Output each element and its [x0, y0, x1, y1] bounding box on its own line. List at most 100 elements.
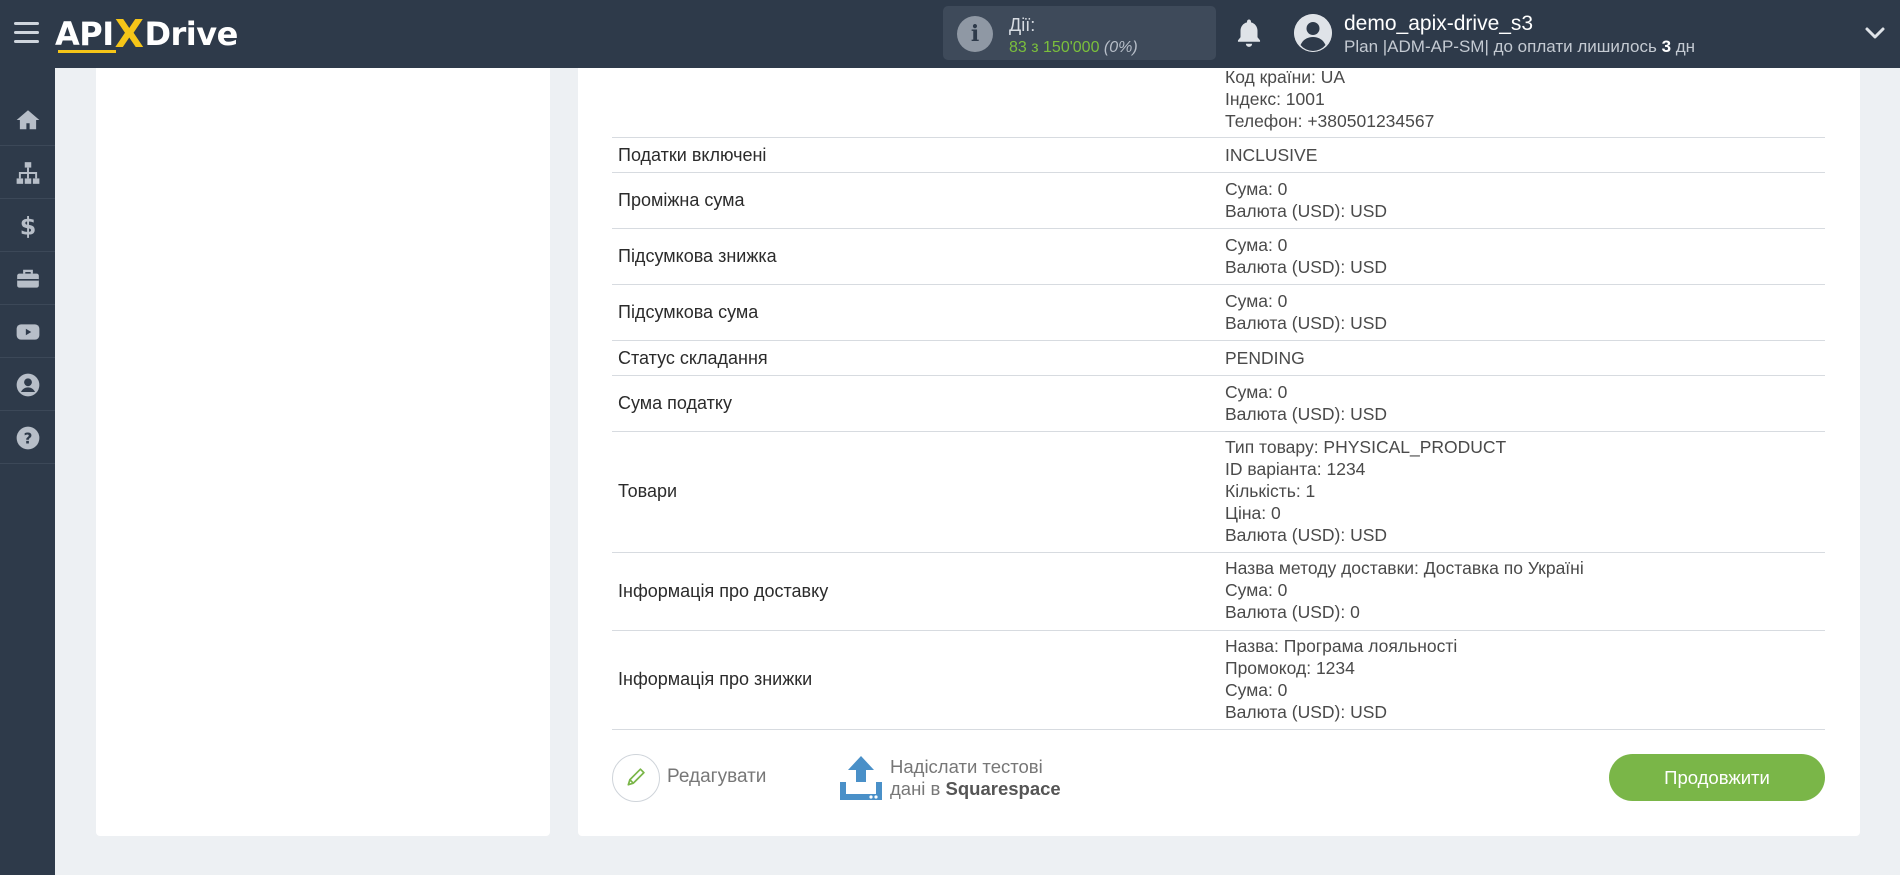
row-value: Сума: 0 Валюта (USD): USD	[1225, 234, 1387, 278]
table-row-address: Код країни: UA Індекс: 1001 Телефон: +38…	[612, 66, 1825, 138]
row-value-line: Назва: Програма лояльності	[1225, 636, 1458, 656]
address-index: Індекс: 1001	[1225, 89, 1325, 109]
table-row: Податки включені INCLUSIVE	[612, 138, 1825, 173]
row-value-line: Назва методу доставки: Доставка по Украї…	[1225, 558, 1584, 578]
logo-text-x: X	[114, 12, 144, 56]
row-value-line: Промокод: 1234	[1225, 658, 1355, 678]
table-row: Проміжна сума Сума: 0 Валюта (USD): USD	[612, 173, 1825, 229]
row-value: PENDING	[1225, 347, 1305, 369]
user-avatar-icon	[1294, 14, 1332, 52]
row-value-line: Сума: 0	[1225, 580, 1288, 600]
logo-text-api: API	[55, 15, 114, 53]
upload-icon[interactable]	[838, 754, 884, 802]
row-value-line: Тип товару: PHYSICAL_PRODUCT	[1225, 437, 1507, 457]
row-key: Товари	[618, 481, 678, 501]
sitemap-icon	[16, 161, 39, 184]
address-values: Код країни: UA Індекс: 1001 Телефон: +38…	[1225, 66, 1434, 132]
top-bar: API X Drive i Дії: 83 з 150'000 (0%) demo_…	[0, 0, 1900, 68]
pencil-icon	[627, 768, 645, 786]
table-row: Статус складання PENDING	[612, 341, 1825, 376]
sidebar-item-connections[interactable]	[0, 147, 55, 199]
row-value: INCLUSIVE	[1225, 144, 1317, 166]
sidebar-item-billing[interactable]: $	[0, 200, 55, 252]
row-value-line: Сума: 0	[1225, 291, 1288, 311]
sidebar-item-services[interactable]	[0, 253, 55, 305]
home-icon	[16, 109, 39, 129]
actions-counter: i Дії: 83 з 150'000 (0%)	[943, 6, 1216, 60]
row-value-line: Ціна: 0	[1225, 503, 1281, 523]
send-test-data-button[interactable]: Надіслати тестові дані в Squarespace	[890, 756, 1061, 800]
row-value: Тип товару: PHYSICAL_PRODUCT ID варіанта…	[1225, 436, 1506, 546]
row-value-line: INCLUSIVE	[1225, 145, 1318, 165]
row-value-line: ID варіанта: 1234	[1225, 459, 1366, 479]
row-value-line: PENDING	[1225, 348, 1305, 368]
sidebar-item-home[interactable]	[0, 94, 55, 146]
bell-icon[interactable]	[1232, 16, 1266, 50]
row-key: Податки включені	[618, 145, 767, 165]
table-row: Інформація про знижки Назва: Програма ло…	[612, 631, 1825, 730]
send-line1: Надіслати тестові	[890, 756, 1043, 777]
username[interactable]: demo_apix-drive_s3	[1344, 12, 1533, 36]
row-value-line: Валюта (USD): USD	[1225, 702, 1388, 722]
svg-text:?: ?	[23, 429, 32, 447]
row-value: Назва методу доставки: Доставка по Украї…	[1225, 557, 1584, 623]
continue-button[interactable]: Продовжити	[1609, 754, 1825, 801]
youtube-icon	[16, 323, 39, 340]
row-key: Інформація про знижки	[618, 669, 813, 689]
plan-info: Plan |ADM-AP-SM| до оплати лишилось 3 дн	[1344, 37, 1695, 57]
table-row: Сума податку Сума: 0 Валюта (USD): USD	[612, 376, 1825, 432]
row-value-line: Валюта (USD): USD	[1225, 313, 1388, 333]
row-value-line: Валюта (USD): USD	[1225, 404, 1388, 424]
help-icon: ?	[16, 426, 39, 449]
row-value-line: Валюта (USD): USD	[1225, 525, 1388, 545]
row-value-line: Сума: 0	[1225, 382, 1288, 402]
row-value-line: Сума: 0	[1225, 680, 1288, 700]
edit-button[interactable]	[612, 754, 660, 802]
row-key: Проміжна сума	[618, 190, 745, 210]
dollar-icon: $	[19, 213, 36, 239]
row-value-line: Валюта (USD): USD	[1225, 257, 1388, 277]
table-row: Підсумкова знижка Сума: 0 Валюта (USD): …	[612, 229, 1825, 285]
sidebar: $ ?	[0, 68, 55, 875]
sidebar-item-help[interactable]: ?	[0, 412, 55, 464]
row-value-line: Валюта (USD): USD	[1225, 201, 1388, 221]
send-line2: дані в Squarespace	[890, 778, 1061, 800]
avatar[interactable]	[1294, 14, 1332, 52]
actions-percent: (0%)	[1103, 39, 1138, 56]
menu-icon[interactable]	[14, 22, 39, 44]
table-row: Товари Тип товару: PHYSICAL_PRODUCT ID в…	[612, 432, 1825, 553]
actions-count-value: 83 з 150'000	[1009, 39, 1100, 56]
left-panel	[96, 68, 550, 836]
actions-count: 83 з 150'000 (0%)	[1009, 39, 1138, 57]
row-value: Назва: Програма лояльності Промокод: 123…	[1225, 635, 1457, 723]
row-value-line: Сума: 0	[1225, 235, 1288, 255]
send-line2-prefix: дані в	[890, 778, 941, 799]
send-target: Squarespace	[945, 778, 1061, 799]
address-phone: Телефон: +380501234567	[1225, 111, 1435, 131]
sidebar-item-video[interactable]	[0, 306, 55, 358]
row-key: Сума податку	[618, 393, 732, 413]
row-value: Сума: 0 Валюта (USD): USD	[1225, 290, 1387, 334]
logo-underline	[58, 50, 116, 53]
edit-label[interactable]: Редагувати	[667, 766, 766, 788]
row-value-line: Кількість: 1	[1225, 481, 1316, 501]
plan-text: Plan |ADM-AP-SM| до оплати лишилось	[1344, 37, 1657, 56]
user-circle-icon	[16, 373, 39, 396]
address-country: Код країни: UA	[1225, 67, 1346, 87]
row-key: Підсумкова сума	[618, 302, 759, 322]
briefcase-icon	[16, 269, 39, 288]
row-value: Сума: 0 Валюта (USD): USD	[1225, 178, 1387, 222]
plan-days: 3	[1661, 37, 1672, 56]
chevron-down-icon[interactable]	[1864, 24, 1886, 42]
row-key: Інформація про доставку	[618, 581, 829, 601]
plan-days-unit: дн	[1675, 37, 1696, 56]
row-key: Підсумкова знижка	[618, 246, 777, 266]
apix-drive-logo[interactable]: API X Drive	[55, 12, 238, 56]
info-icon: i	[957, 16, 993, 52]
row-key: Статус складання	[618, 348, 768, 368]
actions-label: Дії:	[1009, 15, 1036, 35]
logo-text-drive: Drive	[144, 15, 238, 53]
row-value-line: Валюта (USD): 0	[1225, 602, 1360, 622]
row-value-line: Сума: 0	[1225, 179, 1288, 199]
sidebar-item-account[interactable]	[0, 359, 55, 411]
